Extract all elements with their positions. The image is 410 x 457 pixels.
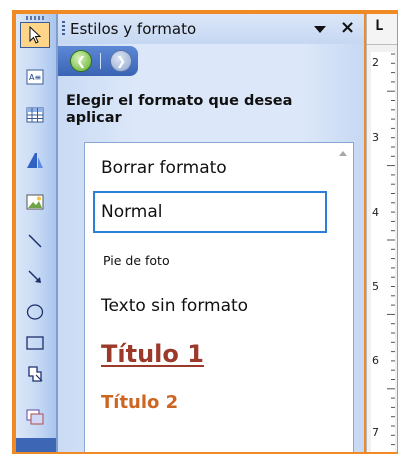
wordart-icon[interactable] (20, 147, 50, 173)
pane-navigation-bar: ❮ ❯ (58, 46, 138, 76)
select-objects-icon[interactable] (20, 22, 50, 48)
pane-prompt: Elegir el formato que desea aplicar (66, 93, 293, 126)
ruler-number: 7 (372, 426, 379, 439)
arrow-icon[interactable] (20, 264, 50, 290)
pane-grip[interactable] (62, 21, 65, 37)
ruler-ticks (387, 53, 395, 446)
style-item-normal[interactable]: Normal (93, 191, 327, 233)
pane-title-bar: Estilos y formato × (58, 14, 364, 44)
ruler-number: 2 (372, 56, 379, 69)
svg-text:A≡: A≡ (29, 73, 41, 82)
toolbar-grip[interactable] (26, 16, 46, 20)
picture-icon[interactable] (20, 189, 50, 215)
style-item-plain-text[interactable]: Texto sin formato (93, 285, 327, 327)
insert-object-icon[interactable] (20, 404, 50, 430)
tab-selector[interactable]: L (367, 14, 397, 45)
style-item-heading-2[interactable]: Título 2 (93, 381, 327, 423)
ruler-number: 5 (372, 280, 379, 293)
styles-task-pane: Estilos y formato × ❮ ❯ Elegir el format… (58, 14, 364, 452)
text-box-icon[interactable]: A≡ (20, 64, 50, 90)
styles-list[interactable]: Borrar formato Normal Pie de foto Texto … (84, 142, 354, 452)
pane-title: Estilos y formato (70, 20, 197, 38)
oval-icon[interactable] (20, 299, 50, 325)
style-item-clear-formatting[interactable]: Borrar formato (93, 147, 327, 189)
ruler-strip (371, 52, 395, 452)
scroll-up-icon[interactable] (339, 151, 347, 156)
left-tab-icon: L (375, 18, 384, 34)
vertical-ruler: L 2 3 4 5 6 7 (366, 14, 397, 452)
drawing-toolbar: A≡ (16, 14, 57, 452)
line-icon[interactable] (20, 228, 50, 254)
ruler-number: 3 (372, 131, 379, 144)
nav-separator (100, 53, 101, 69)
forward-arrow-icon[interactable]: ❯ (110, 50, 132, 72)
dropdown-menu-icon[interactable] (314, 26, 326, 33)
ruler-number: 4 (372, 206, 379, 219)
table-icon[interactable] (20, 102, 50, 128)
style-item-heading-1[interactable]: Título 1 (93, 333, 327, 375)
ruler-number: 6 (372, 354, 379, 367)
style-item-caption[interactable]: Pie de foto (93, 239, 327, 281)
back-arrow-icon[interactable]: ❮ (70, 50, 92, 72)
toolbar-options-icon[interactable] (16, 438, 56, 452)
shape-icon[interactable] (20, 361, 50, 387)
rectangle-icon[interactable] (20, 330, 50, 356)
close-icon[interactable]: × (340, 18, 355, 38)
